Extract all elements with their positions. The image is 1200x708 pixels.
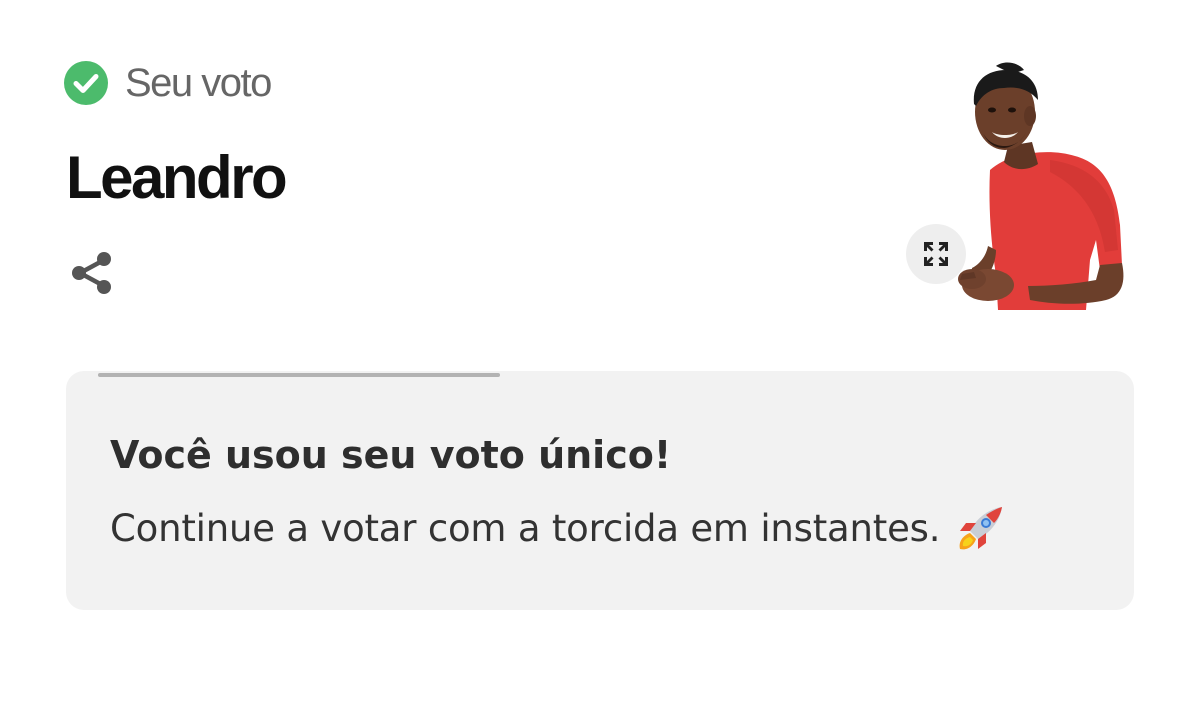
- expand-icon: [924, 242, 948, 266]
- card-title: Você usou seu voto único!: [110, 433, 672, 477]
- card-text-row: Continue a votar com a torcida em instan…: [110, 501, 1008, 557]
- share-button[interactable]: [64, 244, 122, 302]
- rocket-icon: [959, 507, 1003, 550]
- check-circle-icon: [64, 61, 108, 105]
- participant-name: Leandro: [66, 144, 288, 211]
- participant-photo-container: [900, 60, 1140, 310]
- share-icon: [72, 252, 111, 294]
- vote-status-label: Seu voto: [125, 61, 272, 105]
- card-text: Continue a votar com a torcida em instan…: [110, 507, 941, 550]
- progress-track: [98, 373, 1102, 377]
- vote-confirmation-card: Você usou seu voto único! Continue a vot…: [66, 371, 1134, 610]
- expand-photo-button[interactable]: [906, 224, 966, 284]
- vote-status: Seu voto: [64, 58, 272, 108]
- progress-fill: [98, 373, 500, 377]
